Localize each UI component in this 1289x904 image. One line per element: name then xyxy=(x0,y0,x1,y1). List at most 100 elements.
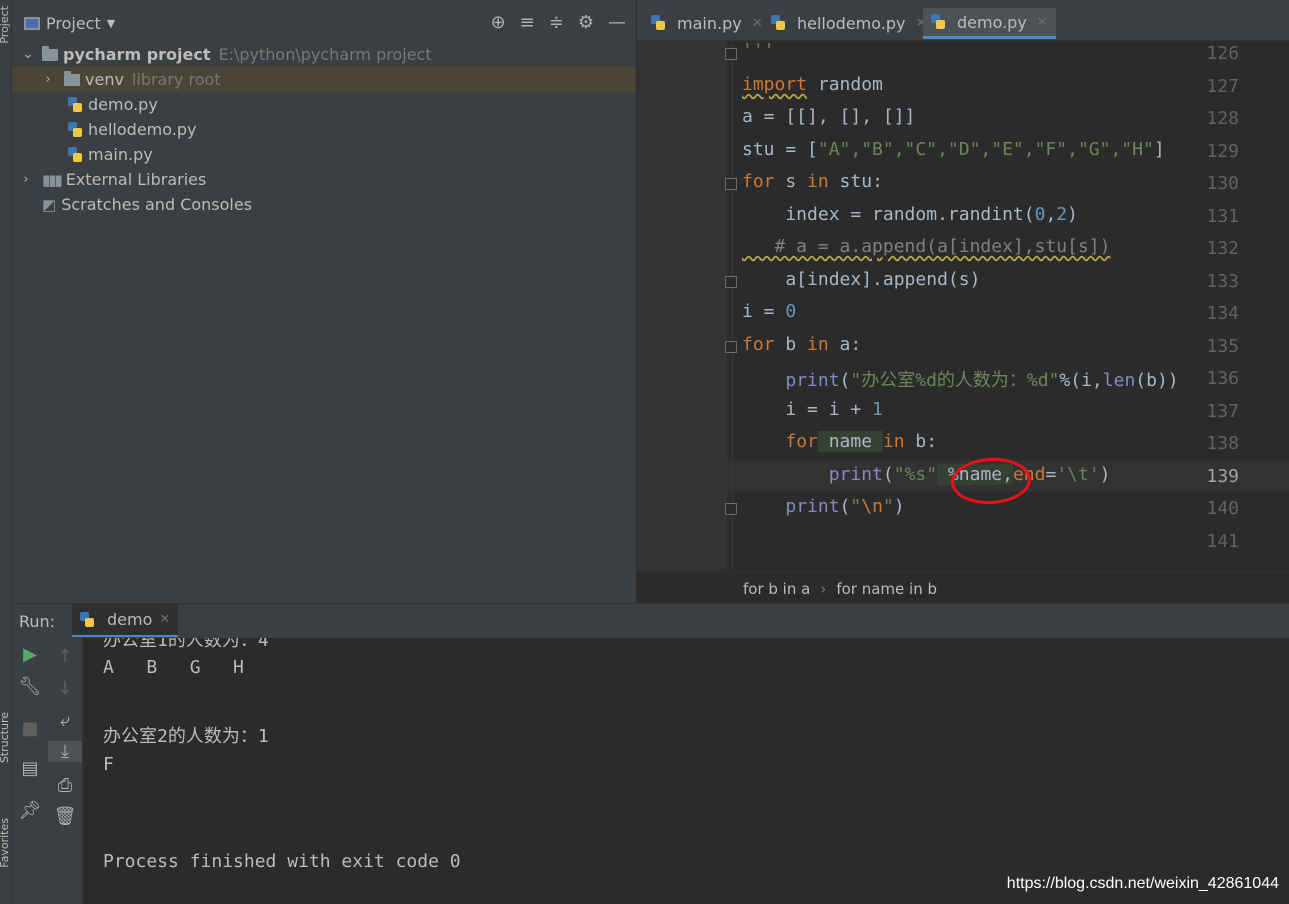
down-arrow-icon[interactable]: ↓ xyxy=(48,678,82,699)
tab-demo-py[interactable]: demo.py ✕ xyxy=(923,8,1056,39)
tree-item-main-py[interactable]: main.py xyxy=(12,142,636,167)
print-icon[interactable]: ⎙ xyxy=(48,775,82,796)
close-icon[interactable]: ✕ xyxy=(159,612,170,627)
fold-marker[interactable] xyxy=(725,341,737,353)
chevron-down-icon[interactable]: ▼ xyxy=(107,17,115,30)
code-line[interactable]: for s in stu: xyxy=(742,171,883,192)
code-token: "A","B","C","D","E","F","G","H" xyxy=(817,139,1154,160)
hide-icon[interactable]: — xyxy=(608,12,626,33)
soft-wrap-icon[interactable]: ⤶ xyxy=(48,710,82,731)
run-toolbar-primary: ▶ 🔧︎ ■ ▤ 📌︎ xyxy=(12,638,48,904)
favorites-tool-window-label[interactable]: Favorites xyxy=(0,818,11,868)
line-number: 126 xyxy=(1206,43,1239,64)
tree-item-external-libraries[interactable]: › ▮▮▮ External Libraries xyxy=(12,167,636,192)
fold-marker[interactable] xyxy=(725,48,737,60)
line-number: 129 xyxy=(1206,141,1239,162)
code-token: i = i + xyxy=(742,399,873,420)
code-token: in xyxy=(807,171,829,192)
gear-icon[interactable]: ⚙ xyxy=(578,12,594,33)
breadcrumb-item[interactable]: for b in a xyxy=(743,580,810,598)
console-line: 办公室2的人数为：1 xyxy=(103,726,269,747)
code-token: a = [[], [], []] xyxy=(742,106,916,127)
code-line[interactable]: print("办公室%d的人数为：%d"%(i,len(b)) xyxy=(742,366,1178,392)
tree-item-path: E:\python\pycharm project xyxy=(218,45,432,64)
code-line[interactable]: for name in b: xyxy=(742,431,937,452)
code-line[interactable]: a[index].append(s) xyxy=(742,269,980,290)
up-arrow-icon[interactable]: ↑ xyxy=(48,646,82,667)
wrench-icon[interactable]: 🔧︎ xyxy=(12,676,48,697)
code-line[interactable]: print("%s" %name,end='\t') xyxy=(742,464,1111,485)
console-line: 办公室1的人数为：4 xyxy=(103,638,269,651)
pin-icon[interactable]: 📌︎ xyxy=(12,800,48,821)
code-line[interactable]: index = random.randint(0,2) xyxy=(742,204,1078,225)
code-line[interactable]: i = 0 xyxy=(742,301,796,322)
layout-icon[interactable]: ▤ xyxy=(12,758,48,779)
console-line: A B G H xyxy=(103,657,244,678)
code-token: "办公室%d的人数为：%d" xyxy=(850,370,1060,391)
code-line[interactable]: i = i + 1 xyxy=(742,399,883,420)
code-line[interactable]: stu = ["A","B","C","D","E","F","G","H"] xyxy=(742,139,1165,160)
trash-icon[interactable]: 🗑︎ xyxy=(48,806,82,827)
code-token: , xyxy=(1045,204,1057,225)
code-token: %(i, xyxy=(1059,370,1103,391)
tree-item-demo-py[interactable]: demo.py xyxy=(12,92,636,117)
run-icon[interactable]: ▶ xyxy=(12,644,48,665)
locate-icon[interactable]: ⊕ xyxy=(491,12,506,33)
close-icon[interactable]: ✕ xyxy=(752,16,763,31)
code-token: ] xyxy=(1153,139,1165,160)
expand-all-icon[interactable]: ≡ xyxy=(520,12,535,33)
fold-marker[interactable] xyxy=(725,276,737,288)
line-number: 131 xyxy=(1206,206,1239,227)
tree-item-hint: library root xyxy=(131,70,221,89)
run-tab-demo[interactable]: demo ✕ xyxy=(72,604,179,637)
line-number: 137 xyxy=(1206,401,1239,422)
fold-marker[interactable] xyxy=(725,503,737,515)
code-line[interactable]: for b in a: xyxy=(742,334,861,355)
close-icon[interactable]: ✕ xyxy=(1037,15,1048,30)
project-tool-window-label[interactable]: Project xyxy=(0,6,11,44)
project-view-title[interactable]: Project xyxy=(46,14,101,33)
chevron-down-icon[interactable]: ⌄ xyxy=(22,47,34,62)
code-token: for xyxy=(742,171,775,192)
tab-hellodemo-py[interactable]: hellodemo.py ✕ xyxy=(771,8,926,38)
code-line[interactable]: import random xyxy=(742,74,883,95)
line-number: 136 xyxy=(1206,368,1239,389)
tree-item-label: External Libraries xyxy=(65,170,207,189)
tree-item-scratches[interactable]: ◩ Scratches and Consoles xyxy=(12,192,636,217)
line-number: 138 xyxy=(1206,433,1239,454)
tree-item-label: pycharm project xyxy=(63,45,211,64)
tree-item-venv[interactable]: › venv library root xyxy=(12,67,636,92)
code-token: "%s" xyxy=(893,464,938,485)
tree-item-hellodemo-py[interactable]: hellodemo.py xyxy=(12,117,636,142)
code-line[interactable]: a = [[], [], []] xyxy=(742,106,915,127)
stop-icon[interactable]: ■ xyxy=(12,718,48,739)
line-number: 132 xyxy=(1206,238,1239,259)
collapse-all-icon[interactable]: ≑ xyxy=(549,12,564,33)
structure-tool-window-label[interactable]: Structure xyxy=(0,712,11,763)
code-token: ) xyxy=(1099,464,1111,485)
tree-item-project-root[interactable]: ⌄ pycharm project E:\python\pycharm proj… xyxy=(12,42,636,67)
code-token: for xyxy=(785,431,818,452)
code-line[interactable]: print("\n") xyxy=(742,496,904,517)
code-token: ''' xyxy=(742,40,775,61)
run-label: Run: xyxy=(19,612,56,631)
breadcrumb-item[interactable]: for name in b xyxy=(836,580,937,598)
code-line[interactable]: # a = a.append(a[index],stu[s]) xyxy=(742,236,1111,257)
run-console-output[interactable]: 办公室1的人数为：4 A B G H 办公室2的人数为：1 F Process … xyxy=(83,638,1289,904)
folder-icon xyxy=(64,70,80,86)
code-token: ( xyxy=(839,370,851,391)
code-token: ( xyxy=(839,496,851,517)
python-file-icon xyxy=(68,96,82,113)
python-file-icon xyxy=(68,146,82,163)
code-token: a: xyxy=(828,334,862,355)
tab-main-py[interactable]: main.py ✕ xyxy=(651,8,763,38)
folder-icon xyxy=(42,45,58,61)
tree-item-label: Scratches and Consoles xyxy=(61,195,253,214)
line-number: 140 xyxy=(1206,498,1239,519)
chevron-right-icon[interactable]: › xyxy=(20,172,32,187)
scroll-to-end-icon[interactable]: ⤓ xyxy=(48,741,82,762)
code-line[interactable]: ''' xyxy=(742,40,775,61)
fold-marker[interactable] xyxy=(725,178,737,190)
chevron-right-icon[interactable]: › xyxy=(42,72,54,87)
